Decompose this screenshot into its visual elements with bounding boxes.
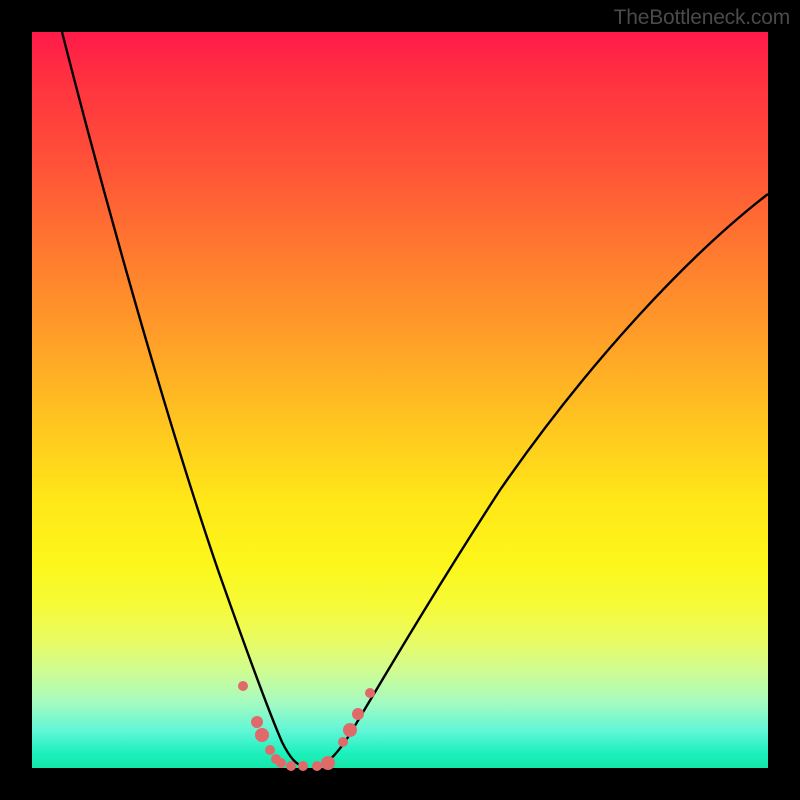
marker-dot — [251, 716, 263, 728]
marker-dot — [276, 758, 286, 768]
marker-dot — [365, 688, 375, 698]
left-curve — [62, 32, 302, 766]
marker-group — [238, 681, 375, 771]
marker-dot — [312, 761, 322, 771]
right-curve — [318, 194, 768, 766]
marker-dot — [321, 756, 335, 770]
marker-dot — [338, 737, 348, 747]
curves-layer — [0, 0, 800, 800]
marker-dot — [238, 681, 248, 691]
marker-dot — [343, 723, 357, 737]
marker-dot — [265, 745, 275, 755]
marker-dot — [298, 761, 308, 771]
marker-dot — [255, 728, 269, 742]
marker-dot — [286, 761, 296, 771]
marker-dot — [352, 708, 364, 720]
